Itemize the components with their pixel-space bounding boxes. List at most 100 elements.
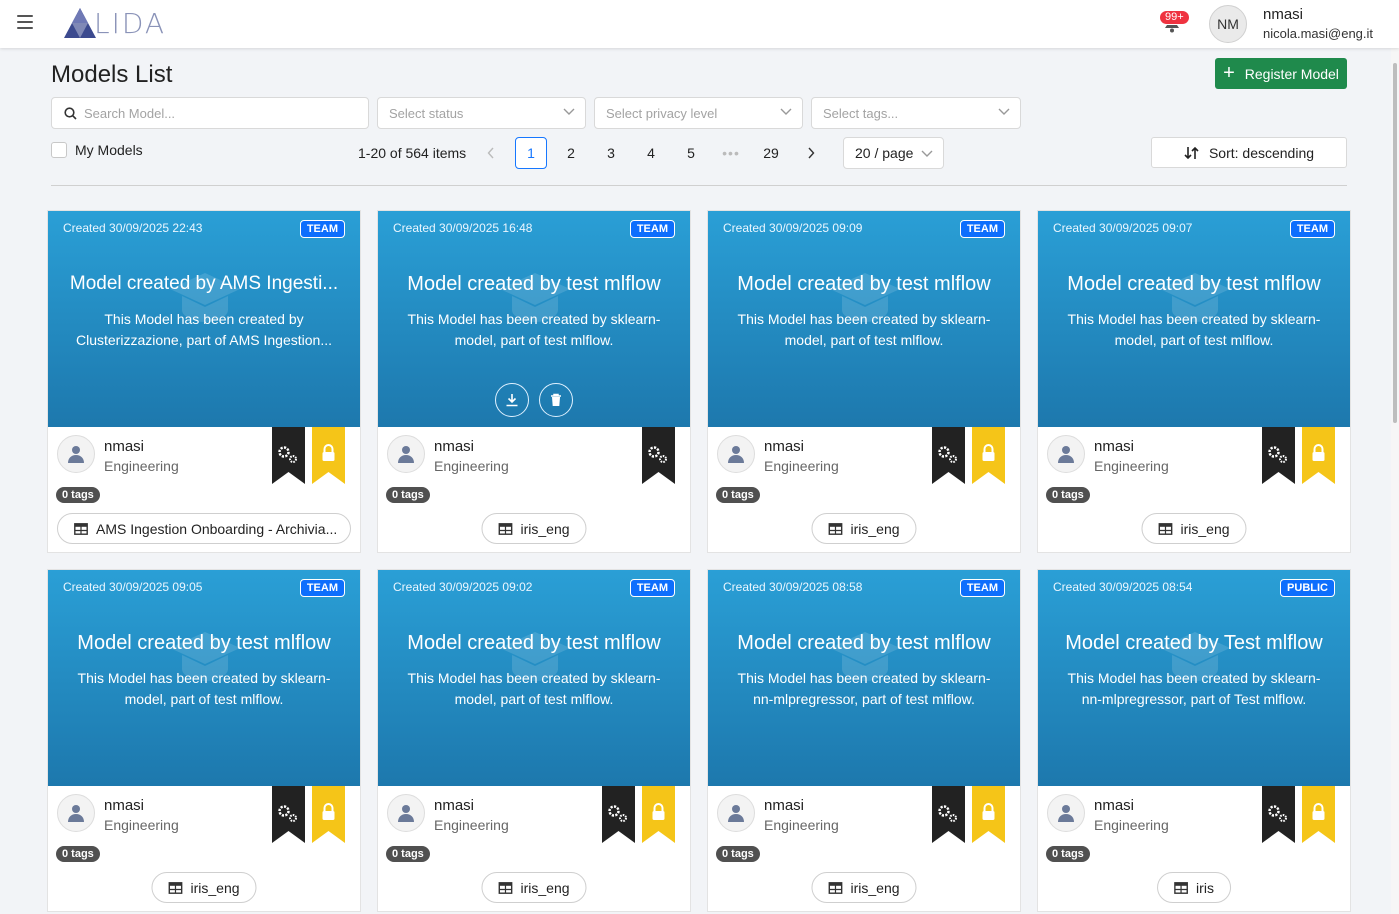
model-card-header: Created 30/09/2025 16:48 TEAM Model crea…	[378, 211, 690, 427]
model-card[interactable]: Created 30/09/2025 09:07 TEAM Model crea…	[1037, 210, 1351, 553]
tags-count-badge: 0 tags	[1046, 487, 1090, 503]
user-icon	[728, 805, 744, 822]
privacy-badge: TEAM	[959, 579, 1005, 597]
tags-count-badge: 0 tags	[1046, 846, 1090, 862]
model-card[interactable]: Created 30/09/2025 08:58 TEAM Model crea…	[707, 569, 1021, 912]
dataset-chip[interactable]: iris_eng	[811, 513, 917, 544]
page-2-button[interactable]: 2	[555, 137, 587, 169]
tags-count-badge: 0 tags	[56, 846, 100, 862]
lock-ribbon-icon	[642, 786, 675, 843]
menu-icon[interactable]	[17, 15, 33, 29]
privacy-badge: TEAM	[299, 220, 345, 238]
user-icon	[68, 446, 84, 463]
owner-avatar	[387, 794, 425, 832]
page-scrollbar-thumb[interactable]	[1393, 63, 1397, 423]
model-title: Model created by test mlflow	[407, 632, 661, 654]
model-card[interactable]: Created 30/09/2025 09:05 TEAM Model crea…	[47, 569, 361, 912]
model-card-header: Created 30/09/2025 09:07 TEAM Model crea…	[1038, 211, 1350, 427]
user-icon	[728, 446, 744, 463]
dataset-name: iris_eng	[520, 879, 570, 896]
user-icon	[1058, 805, 1074, 822]
register-model-label: Register Model	[1244, 65, 1339, 82]
owner-name: nmasi	[764, 438, 805, 455]
table-icon	[74, 522, 88, 535]
privacy-select[interactable]: Select privacy level	[594, 97, 803, 129]
user-initials: NM	[1217, 16, 1239, 32]
chevron-down-icon	[998, 108, 1010, 115]
page-last-button[interactable]: 29	[755, 137, 787, 169]
page-3-button[interactable]: 3	[595, 137, 627, 169]
next-page-button[interactable]	[795, 137, 827, 169]
lock-ribbon-icon	[972, 427, 1005, 484]
page-5-button[interactable]: 5	[675, 137, 707, 169]
created-date: Created 30/09/2025 09:09	[723, 221, 863, 235]
search-placeholder: Search Model...	[84, 105, 176, 121]
lock-ribbon-icon	[312, 427, 345, 484]
owner-name: nmasi	[764, 797, 805, 814]
model-description: This Model has been created by Clusteriz…	[75, 311, 332, 348]
privacy-badge: TEAM	[1289, 220, 1335, 238]
table-icon	[498, 881, 513, 894]
gears-ribbon-icon	[642, 427, 675, 484]
status-select[interactable]: Select status	[377, 97, 586, 129]
model-card[interactable]: Created 30/09/2025 22:43 TEAM Model crea…	[47, 210, 361, 553]
model-description: This Model has been created by sklearn-n…	[737, 670, 991, 707]
page-4-button[interactable]: 4	[635, 137, 667, 169]
model-card[interactable]: Created 30/09/2025 09:09 TEAM Model crea…	[707, 210, 1021, 553]
dataset-chip[interactable]: iris_eng	[481, 872, 587, 903]
dataset-chip[interactable]: iris_eng	[811, 872, 917, 903]
model-description: This Model has been created by sklearn-m…	[1067, 311, 1321, 348]
page-1-button[interactable]: 1	[515, 137, 547, 169]
dataset-name: iris_eng	[1180, 520, 1230, 537]
model-card[interactable]: Created 30/09/2025 09:02 TEAM Model crea…	[377, 569, 691, 912]
privacy-badge: TEAM	[959, 220, 1005, 238]
dataset-chip[interactable]: iris_eng	[151, 872, 257, 903]
gears-ribbon-icon	[1262, 786, 1295, 843]
created-date: Created 30/09/2025 08:58	[723, 580, 863, 594]
model-card[interactable]: Created 30/09/2025 16:48 TEAM Model crea…	[377, 210, 691, 553]
chevron-down-icon	[780, 108, 792, 115]
table-icon	[1158, 522, 1173, 535]
model-card-header: Created 30/09/2025 22:43 TEAM Model crea…	[48, 211, 360, 427]
dataset-chip[interactable]: AMS Ingestion Onboarding - Archivia...	[57, 513, 351, 544]
model-title: Model created by Test mlflow	[1065, 632, 1323, 654]
chevron-right-icon	[808, 147, 815, 159]
owner-organization: Engineering	[434, 458, 509, 474]
owner-organization: Engineering	[104, 817, 179, 833]
table-icon	[828, 881, 843, 894]
dataset-chip[interactable]: iris_eng	[481, 513, 587, 544]
register-model-button[interactable]: + Register Model	[1215, 58, 1347, 89]
owner-organization: Engineering	[764, 458, 839, 474]
search-icon	[64, 107, 77, 120]
tags-count-badge: 0 tags	[386, 846, 430, 862]
app-logo[interactable]: LIDA	[62, 6, 166, 40]
model-description: This Model has been created by sklearn-m…	[407, 670, 661, 707]
model-card[interactable]: Created 30/09/2025 08:54 PUBLIC Model cr…	[1037, 569, 1351, 912]
tags-count-badge: 0 tags	[716, 487, 760, 503]
delete-button[interactable]	[539, 383, 573, 417]
owner-name: nmasi	[434, 797, 475, 814]
owner-name: nmasi	[104, 797, 145, 814]
table-icon	[498, 522, 513, 535]
my-models-checkbox[interactable]	[51, 142, 67, 158]
tags-select[interactable]: Select tags...	[811, 97, 1021, 129]
owner-avatar	[717, 794, 755, 832]
pagination-ellipsis[interactable]: •••	[715, 137, 747, 169]
card-actions	[378, 383, 690, 417]
page-size-select[interactable]: 20 / page	[843, 137, 944, 169]
download-button[interactable]	[495, 383, 529, 417]
owner-organization: Engineering	[1094, 817, 1169, 833]
lock-ribbon-icon	[1302, 786, 1335, 843]
model-title: Model created by AMS Ingesti...	[69, 273, 339, 294]
my-models-label[interactable]: My Models	[75, 142, 143, 158]
dataset-chip[interactable]: iris	[1157, 872, 1231, 903]
search-input[interactable]: Search Model...	[51, 97, 369, 129]
prev-page-button[interactable]	[475, 137, 507, 169]
sort-button[interactable]: Sort: descending	[1151, 137, 1347, 168]
chevron-down-icon	[921, 150, 933, 157]
created-date: Created 30/09/2025 22:43	[63, 221, 203, 235]
owner-name: nmasi	[1094, 438, 1135, 455]
section-divider	[51, 185, 1347, 186]
user-avatar[interactable]: NM	[1209, 5, 1247, 43]
dataset-chip[interactable]: iris_eng	[1141, 513, 1247, 544]
